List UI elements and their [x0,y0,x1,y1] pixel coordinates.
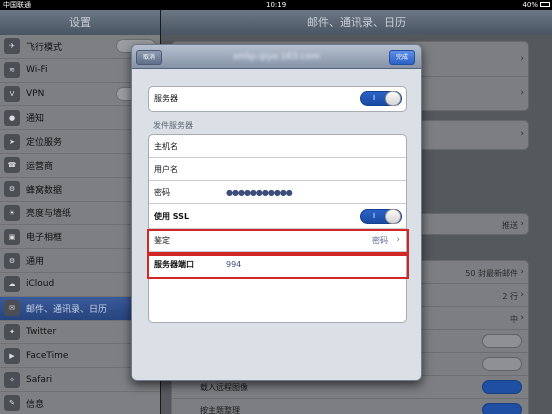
sidebar-item-label: 蜂窝数据 [26,185,63,196]
server-row: 服务器 I [149,87,406,111]
hostname-row: 主机名 [149,135,406,158]
chevron-right-icon: › [520,219,524,229]
sidebar-item-label: 通知 [26,114,45,125]
toggle-switch[interactable] [482,357,522,371]
vpn-icon: V [4,85,20,102]
preview-value: 2 行 [502,292,518,301]
icloud-icon: ☁ [4,276,20,293]
safari-icon: ✧ [4,371,20,388]
general-gear-icon: ⚙ [4,252,20,269]
battery-percent: 40% [522,1,538,9]
chevron-right-icon: › [520,313,524,323]
modal-title: smtp.qiye.163.com [233,52,320,62]
password-label: 密码 [154,188,170,197]
password-row: 密码 ●●●●●●●●●●● [149,181,406,204]
picture-frame-icon: ▣ [4,228,20,245]
sidebar-item-label: Wi-Fi [26,65,48,76]
fetch-value: 推送 [502,221,518,230]
sidebar-item-label: 通用 [26,257,45,268]
show-value: 50 封最新邮件 [465,269,518,278]
hostname-field[interactable] [224,139,308,153]
username-label: 用户名 [154,165,178,174]
toggle-switch[interactable] [482,334,522,348]
toggle-knob [385,91,401,106]
sidebar-item-label: 亮度与墙纸 [26,209,72,220]
sidebar-item-label: 电子相框 [26,233,63,244]
sidebar-item-label: 定位服务 [26,138,63,149]
status-bar: 中国联通 10:19 40% [0,0,552,10]
server-group: 服务器 I [148,86,407,112]
location-icon: ➤ [4,133,20,150]
sidebar-title: 设置 [0,10,160,35]
ssl-toggle[interactable]: I [360,209,402,224]
twitter-icon: ✦ [4,323,20,340]
carrier-icon: ☎ [4,157,20,174]
chevron-right-icon: › [520,88,524,98]
sidebar-item-label: Safari [26,374,53,385]
sidebar-item[interactable]: ✎ 信息 [0,392,160,414]
server-toggle[interactable]: I [360,91,402,106]
chevron-right-icon: › [520,54,524,64]
cellular-icon: ⚙ [4,181,20,198]
organize-thread-row: 按主题整理 [172,399,528,414]
sidebar-item-label: 飞行模式 [26,42,63,53]
battery-icon [540,2,550,7]
font-size-value: 中 [510,315,518,324]
mail-icon: ✉ [4,300,20,317]
ssl-label: 使用 SSL [154,212,190,221]
ssl-row: 使用 SSL I [149,204,406,229]
sidebar-item-label: iCloud [26,279,55,290]
wifi-icon: ≋ [4,62,20,79]
password-field[interactable]: ●●●●●●●●●●● [226,181,293,204]
load-images-toggle[interactable] [482,380,522,394]
airplane-icon: ✈ [4,38,20,55]
modal-body: 服务器 I 发件服务器 主机名 用户名 密码 ●●●●●●●●●●● 使用 SS… [132,69,421,380]
main-title: 邮件、通讯录、日历 [161,10,552,35]
toggle-knob [385,209,401,224]
outgoing-server-header: 发件服务器 [153,121,193,130]
load-images-label: 载入远程图像 [200,383,248,392]
modal-header: 取消 smtp.qiye.163.com 完成 [132,45,421,69]
smtp-server-modal: 取消 smtp.qiye.163.com 完成 服务器 I 发件服务器 主机名 … [131,44,422,381]
sidebar-item-label: Twitter [26,326,57,337]
sidebar-item-label: 运营商 [26,161,54,172]
cancel-button[interactable]: 取消 [136,50,163,65]
facetime-icon: ▶ [4,347,20,364]
brightness-icon: ☀ [4,204,20,221]
notifications-icon: ● [4,109,20,126]
hostname-label: 主机名 [154,142,178,151]
sidebar-item-label: VPN [26,88,45,99]
clock: 10:19 [266,1,287,9]
toggle-on-mark: I [373,212,376,220]
sidebar-item-label: 邮件、通讯录、日历 [26,304,108,315]
toggle-on-mark: I [373,94,376,102]
organize-thread-label: 按主题整理 [200,406,240,414]
server-label: 服务器 [154,94,178,103]
username-field[interactable] [224,162,308,176]
chevron-right-icon: › [520,290,524,300]
sidebar-item-label: 信息 [26,399,45,410]
chevron-right-icon: › [520,129,524,139]
messages-icon: ✎ [4,395,20,412]
port-highlight-box [147,252,409,279]
done-button[interactable]: 完成 [388,50,415,65]
carrier-label: 中国联通 [3,1,31,9]
chevron-right-icon: › [520,267,524,277]
username-row: 用户名 [149,158,406,181]
sidebar-item-label: FaceTime [26,350,69,361]
organize-thread-toggle[interactable] [482,403,522,414]
